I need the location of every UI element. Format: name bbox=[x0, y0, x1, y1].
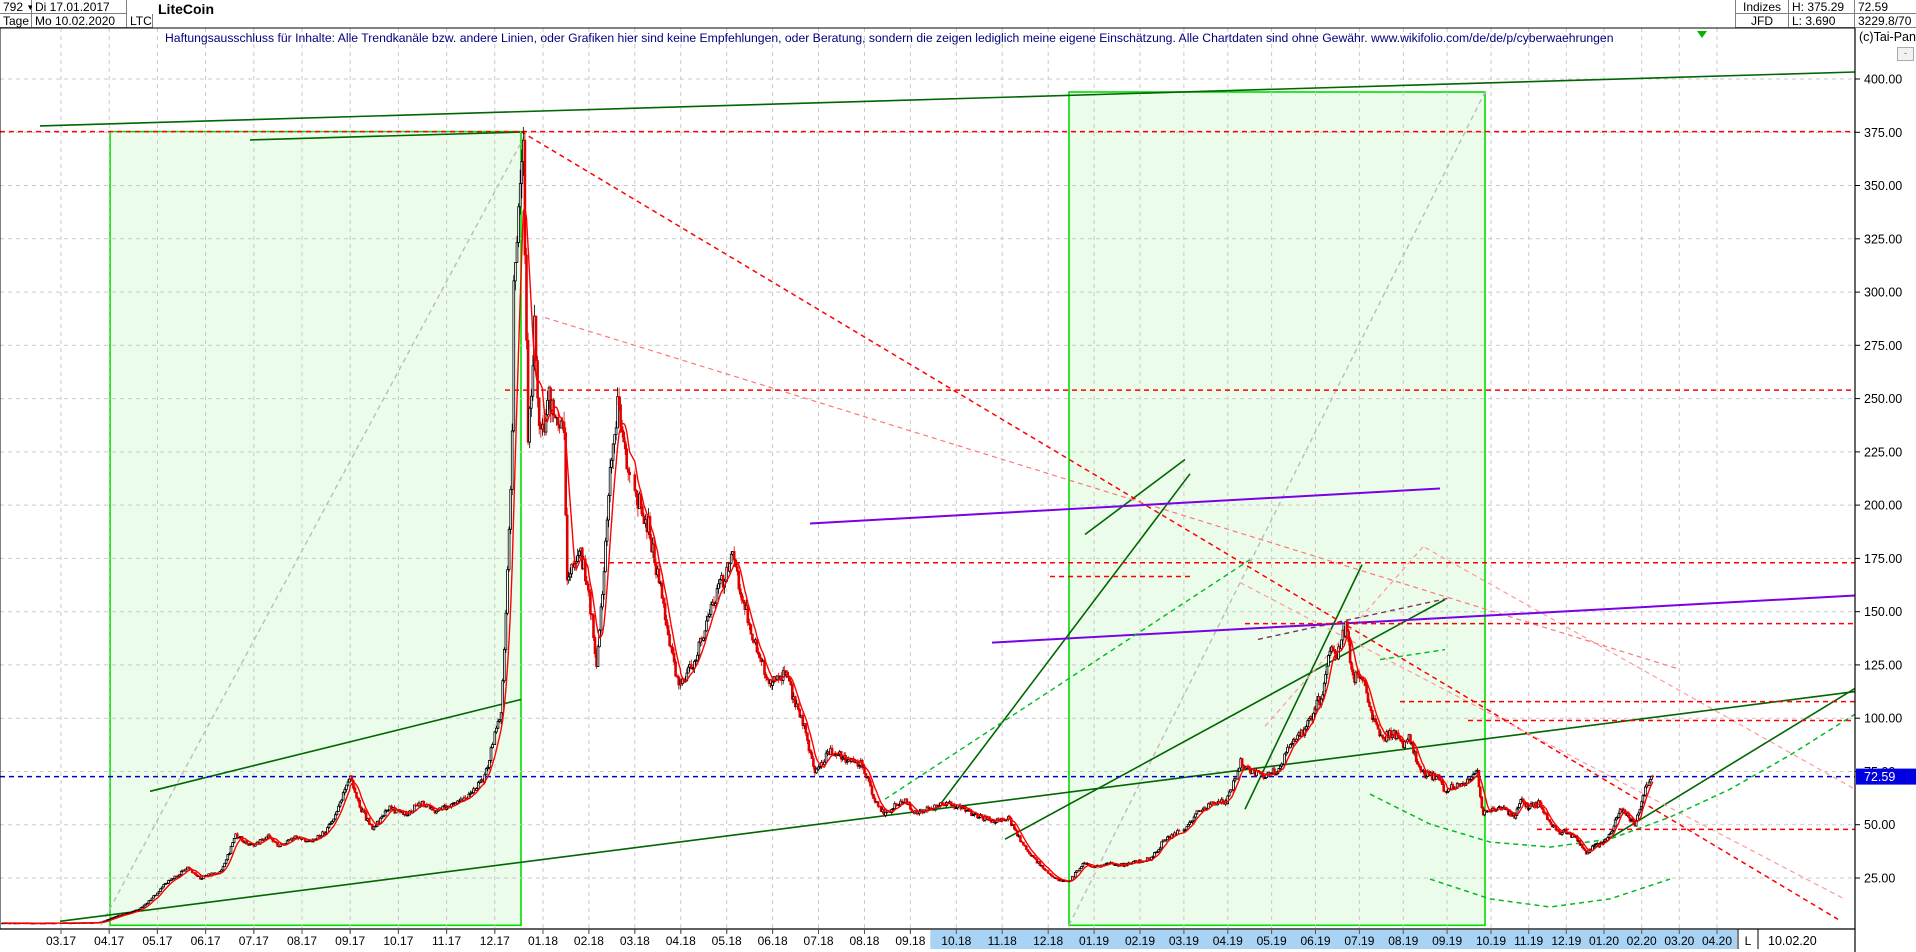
y-axis-label: 25.00 bbox=[1864, 872, 1895, 886]
x-axis-label: 10.17 bbox=[383, 934, 413, 948]
x-axis-label: 05.18 bbox=[712, 934, 742, 948]
x-axis-label: 02.19 bbox=[1125, 934, 1155, 948]
x-axis-label: 03.19 bbox=[1169, 934, 1199, 948]
x-axis-label: 02.20 bbox=[1627, 934, 1657, 948]
x-axis-label: 11.17 bbox=[432, 934, 461, 948]
x-axis-label: 01.20 bbox=[1589, 934, 1619, 948]
x-axis-label: 07.17 bbox=[239, 934, 269, 948]
y-axis-label: 225.00 bbox=[1864, 445, 1902, 459]
x-axis-label: 12.19 bbox=[1551, 934, 1581, 948]
x-axis-label: 12.17 bbox=[480, 934, 510, 948]
x-axis-label: 12.18 bbox=[1033, 934, 1063, 948]
x-axis-label: 08.17 bbox=[287, 934, 317, 948]
x-axis-label: 06.19 bbox=[1300, 934, 1330, 948]
x-axis-label: 05.17 bbox=[142, 934, 172, 948]
x-axis-label: 01.18 bbox=[528, 934, 558, 948]
y-axis-label: 150.00 bbox=[1864, 605, 1902, 619]
x-axis-label: 11.18 bbox=[988, 934, 1017, 948]
x-axis-label: 04.17 bbox=[94, 934, 124, 948]
x-axis-label: 10.18 bbox=[941, 934, 971, 948]
x-axis-label: 04.19 bbox=[1213, 934, 1243, 948]
copyright-label: (c)Tai-Pan bbox=[1859, 30, 1916, 44]
y-axis-label: 125.00 bbox=[1864, 658, 1902, 672]
y-axis-label: 400.00 bbox=[1864, 73, 1902, 87]
y-axis-label: 325.00 bbox=[1864, 232, 1902, 246]
x-axis-label: 06.18 bbox=[758, 934, 788, 948]
y-axis-label: 175.00 bbox=[1864, 552, 1902, 566]
y-axis-label: 200.00 bbox=[1864, 499, 1902, 513]
x-axis-label: 04.20 bbox=[1702, 934, 1732, 948]
x-axis-label: 03.18 bbox=[620, 934, 650, 948]
collapse-button[interactable]: - bbox=[1897, 47, 1914, 61]
y-axis-label: 375.00 bbox=[1864, 126, 1902, 140]
y-axis-label: 100.00 bbox=[1864, 712, 1902, 726]
x-axis-label: 08.18 bbox=[849, 934, 879, 948]
price-marker-value: 72.59 bbox=[1864, 770, 1895, 784]
y-axis-label: 50.00 bbox=[1864, 818, 1895, 832]
x-axis-label: 10.19 bbox=[1476, 934, 1506, 948]
x-axis-label: 07.18 bbox=[804, 934, 834, 948]
x-axis-label: 03.20 bbox=[1664, 934, 1694, 948]
y-axis-label: 250.00 bbox=[1864, 392, 1902, 406]
x-axis-label: 09.17 bbox=[335, 934, 365, 948]
x-axis-label: 01.19 bbox=[1079, 934, 1109, 948]
analysis-box[interactable] bbox=[109, 130, 522, 927]
y-axis-label: 350.00 bbox=[1864, 179, 1902, 193]
x-axis-label: 09.19 bbox=[1432, 934, 1462, 948]
y-axis-label: 300.00 bbox=[1864, 286, 1902, 300]
x-axis-label: 07.19 bbox=[1344, 934, 1374, 948]
x-axis-label: 02.18 bbox=[574, 934, 604, 948]
status-last-marker: L bbox=[1745, 934, 1752, 948]
taipan-chart-window: { "header": { "bars_count": "792", "peri… bbox=[0, 0, 1916, 952]
status-last-date: 10.02.20 bbox=[1768, 934, 1817, 948]
x-axis-label: 06.17 bbox=[191, 934, 221, 948]
x-axis-label: 04.18 bbox=[666, 934, 696, 948]
x-axis-label: 03.17 bbox=[46, 934, 76, 948]
y-axis-label: 275.00 bbox=[1864, 339, 1902, 353]
disclaimer-text: Haftungsausschluss für Inhalte: Alle Tre… bbox=[165, 31, 1614, 45]
x-axis-label: 09.18 bbox=[895, 934, 925, 948]
x-axis-label: 08.19 bbox=[1388, 934, 1418, 948]
x-axis-label: 11.19 bbox=[1514, 934, 1543, 948]
x-axis-label: 05.19 bbox=[1257, 934, 1287, 948]
